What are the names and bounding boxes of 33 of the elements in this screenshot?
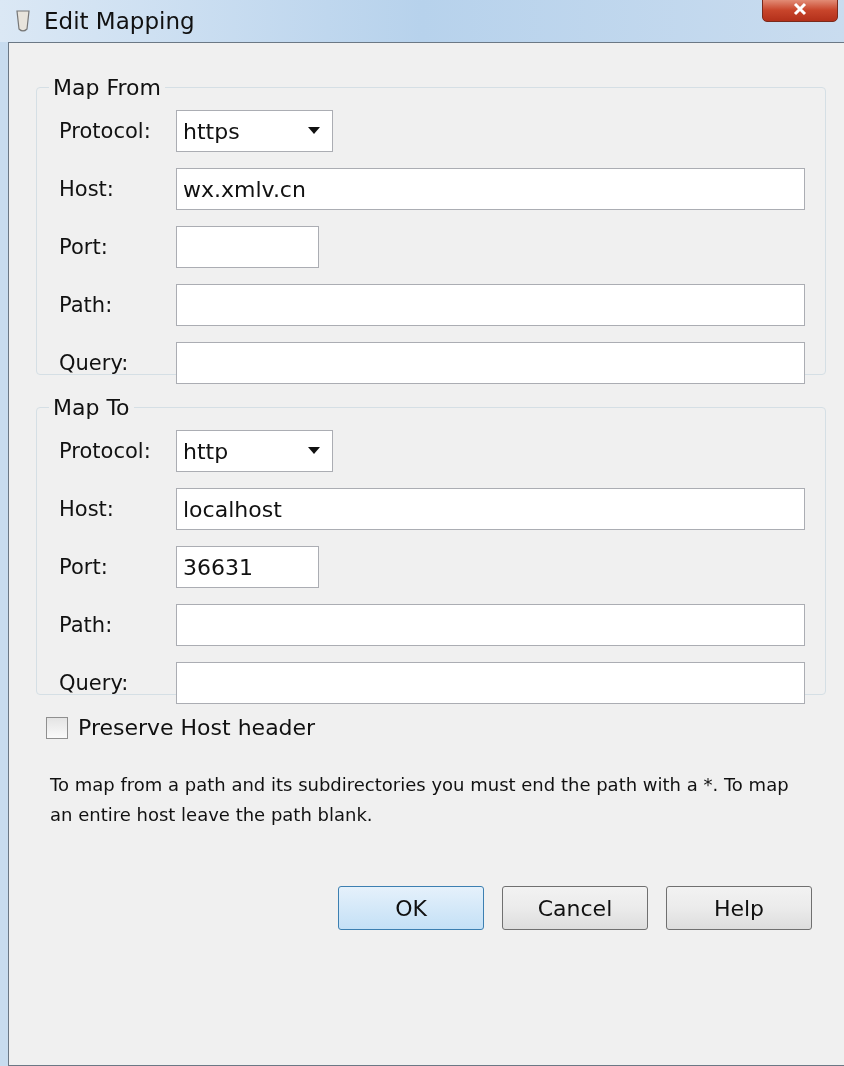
field-label: Port:: [59, 235, 109, 259]
field-label: Query:: [59, 671, 130, 695]
group-title: Map From: [52, 75, 162, 100]
field-label: Protocol:: [59, 439, 152, 463]
input-field[interactable]: [176, 662, 805, 704]
input-field[interactable]: 36631: [176, 546, 319, 588]
dialog-button[interactable]: OK: [338, 886, 484, 930]
app-icon: [14, 9, 32, 33]
field-label: Path:: [59, 613, 114, 637]
input-field[interactable]: [176, 604, 805, 646]
protocol-dropdown[interactable]: https: [176, 110, 333, 152]
help-text: To map from a path and its subdirectories you must end the path with a *. To map an entire host leave the path blank.: [50, 773, 790, 827]
field-label: Host:: [59, 177, 115, 201]
dialog-button[interactable]: Help: [666, 886, 812, 930]
dialog-button[interactable]: Cancel: [502, 886, 648, 930]
group-title: Map To: [52, 395, 131, 420]
protocol-dropdown[interactable]: http: [176, 430, 333, 472]
checkbox-label[interactable]: Preserve Host header: [78, 715, 316, 740]
field-label: Path:: [59, 293, 114, 317]
checkbox[interactable]: [46, 716, 68, 739]
caret-icon: [308, 127, 320, 135]
input-field[interactable]: localhost: [176, 488, 805, 530]
input-field[interactable]: [176, 342, 805, 384]
field-label: Query:: [59, 351, 130, 375]
caret-icon: [308, 447, 320, 455]
window-title: Edit Mapping: [44, 8, 195, 34]
field-label: Protocol:: [59, 119, 152, 143]
field-label: Port:: [59, 555, 109, 579]
input-field[interactable]: [176, 284, 805, 326]
input-field[interactable]: wx.xmlv.cn: [176, 168, 805, 210]
field-label: Host:: [59, 497, 115, 521]
input-field[interactable]: [176, 226, 319, 268]
close-button[interactable]: [762, 0, 838, 22]
